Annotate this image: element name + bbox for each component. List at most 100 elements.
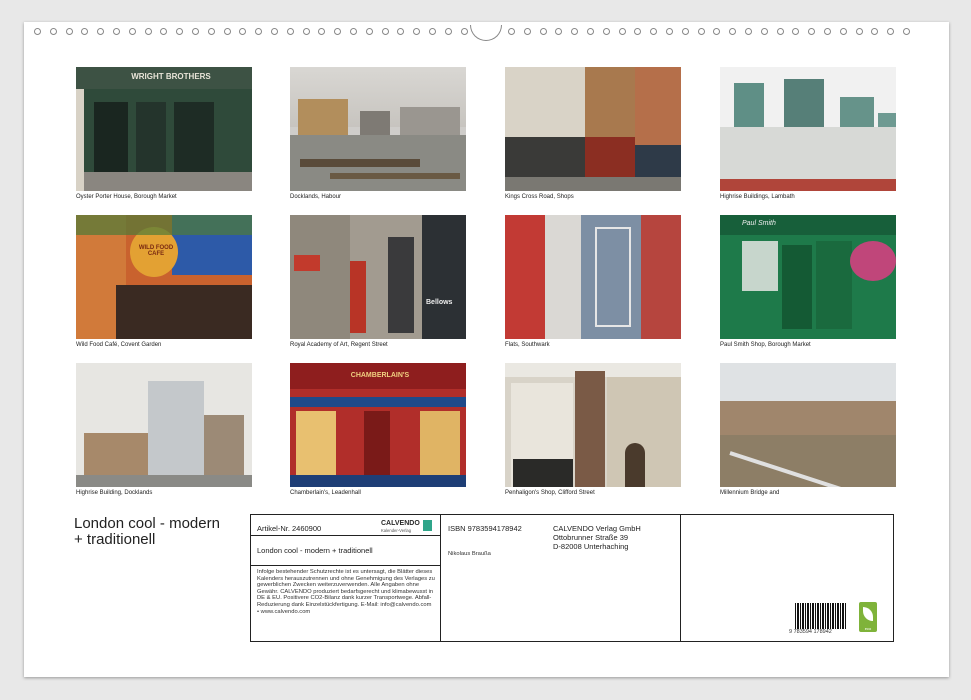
photo-highrise-docklands <box>76 363 252 487</box>
binding-hole <box>855 28 863 35</box>
binding-hole <box>207 28 215 35</box>
binding-hole <box>192 28 199 35</box>
barcode-number: 9 783594 178942 <box>789 629 832 635</box>
binding-hole <box>745 28 752 35</box>
photo-flats-southwark <box>505 215 681 339</box>
binding-hole <box>144 28 152 35</box>
publisher-city: D-82008 Unterhaching <box>553 542 629 551</box>
binding-hole <box>81 28 89 35</box>
photo-sign: WILD FOOD CAFE <box>138 245 174 257</box>
photo-sign: Paul Smith <box>742 220 776 227</box>
calendar-title: London cool - modern + traditionell <box>74 516 220 548</box>
binding-hole <box>128 28 136 35</box>
article-number: Artikel-Nr. 2460900 <box>257 524 322 533</box>
binding-hole <box>555 28 563 35</box>
photo-sign: Bellows <box>426 299 453 306</box>
title-line-2: + traditionell <box>74 531 156 548</box>
photo-caption: Highrise Buildings, Lambath <box>720 194 795 200</box>
binding-hole <box>602 28 610 35</box>
binding-hole <box>587 28 594 35</box>
isbn: ISBN 9783594178942 <box>448 524 522 533</box>
binding-hole <box>887 28 895 35</box>
photo-paul-smith-shop: Paul Smith <box>720 215 896 339</box>
eco-label: eco <box>864 626 872 631</box>
legal-notice: Infolge bestehender Schutzrechte ist es … <box>257 569 435 615</box>
photo-penhaligons <box>505 363 681 487</box>
binding-hole <box>334 28 342 35</box>
binding-hole <box>429 28 436 35</box>
calendar-subtitle: London cool - modern + traditionell <box>257 546 373 555</box>
brand-subtitle: Kalender-Verlag <box>381 528 412 533</box>
photo-docklands <box>290 67 466 191</box>
binding-hole <box>460 28 468 35</box>
binding-hole <box>634 28 642 35</box>
binding-hole <box>255 28 263 35</box>
binding-hole <box>49 28 57 35</box>
binding-hole <box>681 28 689 35</box>
photo-chamberlains: CHAMBERLAIN'S <box>290 363 466 487</box>
photo-millennium-bridge <box>720 363 896 487</box>
binding-hole <box>113 28 120 35</box>
photo-caption: Millennium Bridge and <box>720 490 780 496</box>
photo-sign: WRIGHT BROTHERS <box>131 72 211 81</box>
binding-hole <box>839 28 847 35</box>
binding-hole <box>571 28 579 35</box>
binding-hole <box>508 28 515 35</box>
photo-caption: Oyster Porter House, Borough Market <box>76 194 177 200</box>
binding-hole <box>350 28 357 35</box>
binding-hole <box>776 28 784 35</box>
photo-caption: Docklands, Habour <box>290 194 342 200</box>
binding-hole <box>444 28 452 35</box>
binding-hole <box>97 28 105 35</box>
publisher-info-box: Artikel-Nr. 2460900 CALVENDO Kalender-Ve… <box>250 514 894 642</box>
binding-hole <box>618 28 626 35</box>
binding-hole <box>729 28 737 35</box>
binding-hole <box>650 28 658 35</box>
binding-hole <box>65 28 73 35</box>
binding-hole <box>808 28 816 35</box>
photo-caption: Highrise Building, Docklands <box>76 490 153 496</box>
photo-highrise-lambeth <box>720 67 896 191</box>
photo-caption: Chamberlain's, Leadenhall <box>290 490 361 496</box>
binding-hole <box>271 28 278 35</box>
binding-hole <box>176 28 184 35</box>
binding-hole <box>697 28 705 35</box>
binding-hole <box>713 28 721 35</box>
photo-kings-cross-road <box>505 67 681 191</box>
binding-hole <box>318 28 326 35</box>
title-line-1: London cool - modern <box>74 515 220 532</box>
binding-hole <box>286 28 294 35</box>
binding-hole <box>223 28 231 35</box>
binding-hole <box>381 28 389 35</box>
hanger-notch <box>470 25 502 41</box>
binding-hole <box>871 28 879 35</box>
eco-leaf-icon: eco <box>859 602 877 632</box>
barcode <box>795 603 847 629</box>
binding-hole <box>413 28 421 35</box>
binding-hole <box>34 28 41 35</box>
photo-caption: Flats, Southwark <box>505 342 550 348</box>
calvendo-logo-icon <box>423 520 432 531</box>
binding-hole <box>302 28 310 35</box>
binding-hole <box>903 28 910 35</box>
photo-caption: Royal Academy of Art, Regent Street <box>290 342 388 348</box>
binding-hole <box>523 28 531 35</box>
photo-caption: Wild Food Café, Covent Garden <box>76 342 162 348</box>
author-name: Nikolaus Braußa <box>448 551 491 557</box>
binding-holes <box>32 25 941 41</box>
photo-caption: Kings Cross Road, Shops <box>505 194 574 200</box>
publisher-street: Ottobrunner Straße 39 <box>553 533 629 542</box>
photo-sign: CHAMBERLAIN'S <box>350 372 410 379</box>
photo-caption: Penhaligon's Shop, Clifford Street <box>505 490 595 496</box>
binding-hole <box>365 28 373 35</box>
calendar-back-page: WRIGHT BROTHERS Oyster Porter House, Bor… <box>24 22 949 677</box>
photo-oyster-porter-house: WRIGHT BROTHERS <box>76 67 252 191</box>
binding-hole <box>397 28 405 35</box>
binding-hole <box>666 28 673 35</box>
brand-logo-text: CALVENDO <box>381 520 420 527</box>
photo-royal-academy: Bellows <box>290 215 466 339</box>
photo-wild-food-cafe: WILD FOOD CAFE <box>76 215 252 339</box>
photo-caption: Paul Smith Shop, Borough Market <box>720 342 811 348</box>
binding-hole <box>792 28 800 35</box>
binding-hole <box>160 28 168 35</box>
